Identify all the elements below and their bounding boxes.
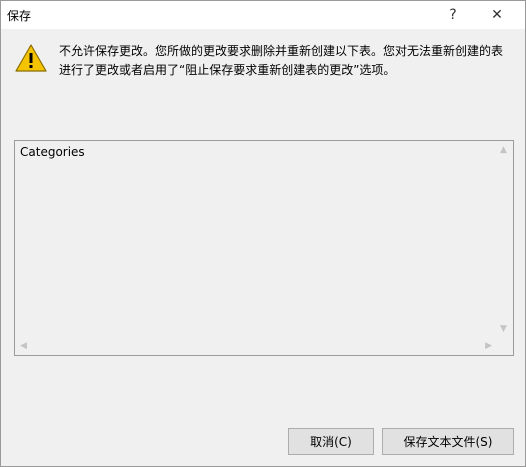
- save-text-file-button[interactable]: 保存文本文件(S): [382, 428, 514, 455]
- list-item[interactable]: Categories: [20, 145, 85, 159]
- close-button[interactable]: ✕: [475, 1, 519, 29]
- tables-listbox[interactable]: Categories ▲ ▼ ◀ ▶: [14, 140, 514, 356]
- chevron-up-icon[interactable]: ▲: [500, 145, 507, 155]
- warning-icon: [15, 44, 47, 72]
- title-bar[interactable]: 保存 ? ✕: [1, 1, 525, 29]
- chevron-right-icon[interactable]: ▶: [485, 341, 492, 351]
- save-dialog: 保存 ? ✕ 不允许保存更改。您所做的更改要求删除并重新创建以下表。您对无法重新…: [0, 0, 526, 467]
- horizontal-scrollbar[interactable]: ◀ ▶: [15, 338, 496, 355]
- help-button[interactable]: ?: [431, 1, 475, 29]
- cancel-button[interactable]: 取消(C): [288, 428, 374, 455]
- vertical-scrollbar[interactable]: ▲ ▼: [496, 141, 513, 338]
- error-message: 不允许保存更改。您所做的更改要求删除并重新创建以下表。您对无法重新创建的表进行了…: [59, 44, 504, 77]
- dialog-title: 保存: [7, 9, 32, 23]
- chevron-left-icon[interactable]: ◀: [20, 341, 27, 351]
- chevron-down-icon[interactable]: ▼: [500, 324, 507, 334]
